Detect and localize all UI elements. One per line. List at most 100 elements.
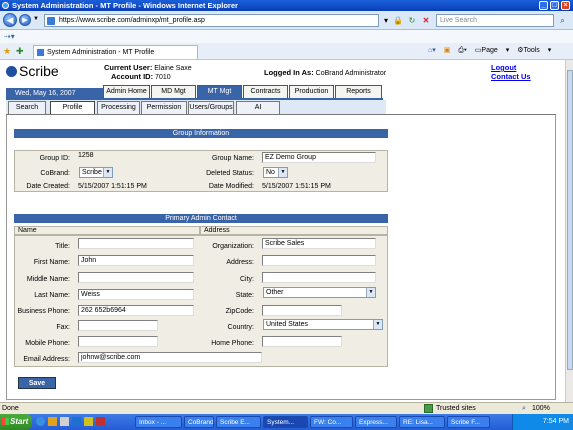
search-icon[interactable]: ⌕ [556,14,569,27]
scrollbar-thumb[interactable] [567,70,573,370]
mobile-phone-field[interactable] [78,336,158,347]
taskbar-item-express[interactable]: Express... [355,416,397,428]
mobile-phone-label: Mobile Phone: [25,340,70,347]
navigation-bar: ◀ ▶ ▼ https://www.scribe.com/adminxp/mt_… [0,11,573,30]
taskbar-item-inbox[interactable]: Inbox - ... [135,416,182,428]
taskbar-item-re-lisa[interactable]: RE: Lisa... [399,416,445,428]
last-name-label: Last Name: [34,292,70,299]
middle-name-field[interactable] [78,272,194,283]
first-name-field[interactable]: John [78,255,194,266]
vertical-scrollbar[interactable] [565,60,573,402]
stop-icon[interactable]: ✕ [420,14,432,27]
admin-contact-heading: Primary Admin Contact [14,214,388,223]
account-id: Account ID: 7010 [104,72,171,81]
group-id-label: Group ID: [39,155,70,162]
main-tab-reports[interactable]: Reports [335,85,382,98]
name-column-header: Name [14,226,200,235]
quick-launch-folder-icon[interactable] [84,417,93,426]
main-tab-admin-home[interactable]: Admin Home [103,85,150,98]
browser-tab[interactable]: System Administration - MT Profile [33,45,198,59]
state-label: State: [235,292,254,299]
live-search-input[interactable]: Live Search [436,14,554,27]
main-tab-contracts[interactable]: Contracts [243,85,288,98]
account-id-label: Account ID: [111,72,154,81]
organization-field[interactable]: Scribe Sales [262,238,376,249]
page-menu[interactable]: ▭Page ▾ [475,47,509,54]
state-select[interactable]: Other ▼ [263,287,376,298]
zipcode-field[interactable] [262,305,342,316]
deleted-status-select[interactable]: No ▼ [263,167,288,178]
fax-label: Fax: [56,324,70,331]
status-bar: Done Trusted sites ⌕ 100% [0,402,573,414]
email-field[interactable]: johnw@scribe.com [78,352,262,363]
country-select[interactable]: United States ▼ [263,319,383,330]
quick-launch-app-icon[interactable] [72,417,81,426]
add-favorite-icon[interactable]: ✚ [16,46,24,57]
command-bar: ⌂▾ ▣ ⎙▾ ▭Page ▾ ⚙Tools ▾ [428,46,557,55]
logged-in-as: Logged In As: CoBrand Administrator [264,68,386,77]
chevron-down-icon: ▼ [103,168,112,177]
email-label: Email Address: [23,356,70,363]
cobrand-select[interactable]: Scribe ▼ [79,167,113,178]
sub-tab-ai[interactable]: AI [236,101,280,114]
recent-pages-icon[interactable]: ▼ [33,16,39,22]
quick-launch-outlook-icon[interactable] [48,417,57,426]
sub-tab-permission[interactable]: Permission [141,101,187,114]
address-field[interactable] [262,255,376,266]
taskbar-item-fw-co[interactable]: FW: Co... [310,416,353,428]
main-tab-mt-mgt[interactable]: MT Mgt [197,85,242,98]
sub-tab-search[interactable]: Search [8,101,46,114]
home-icon[interactable]: ⌂▾ [428,47,436,54]
main-tab-md-mgt[interactable]: MD Mgt [151,85,196,98]
sub-tab-users-groups[interactable]: Users/Groups [188,101,234,114]
taskbar-item-system[interactable]: System... [263,416,308,428]
logout-link[interactable]: Logout [491,63,516,72]
logged-in-label: Logged In As: [264,68,314,77]
maximize-button[interactable]: □ [550,1,559,10]
group-id-value: 1258 [78,152,94,159]
zoom-level[interactable]: 100% [532,403,550,414]
tools-menu[interactable]: ⚙Tools ▾ [517,47,551,54]
links-icon[interactable]: ⇢▾ [4,32,15,41]
sub-tab-profile[interactable]: Profile [50,101,95,114]
save-button[interactable]: Save [18,377,56,389]
contact-us-link[interactable]: Contact Us [491,72,531,81]
home-phone-label: Home Phone: [211,340,254,347]
trusted-sites-icon [424,404,433,413]
lock-icon[interactable]: 🔒 [392,14,404,27]
sub-tab-processing[interactable]: Processing [97,101,140,114]
address-bar[interactable]: https://www.scribe.com/adminxp/mt_profil… [44,14,379,27]
quick-launch-desktop-icon[interactable] [60,417,69,426]
start-button[interactable]: Start [0,414,32,430]
taskbar-item-cobrand[interactable]: CoBrand [184,416,214,428]
logged-in-value: CoBrand Administrator [315,70,387,77]
print-icon[interactable]: ⎙▾ [458,47,467,54]
feeds-icon[interactable]: ▣ [444,47,451,54]
minimize-button[interactable]: _ [539,1,548,10]
city-field[interactable] [262,272,376,283]
fax-field[interactable] [78,320,158,331]
browser-tab-title: System Administration - MT Profile [47,49,155,56]
last-name-field[interactable]: Weiss [78,289,194,300]
quick-launch-ie-icon[interactable] [36,417,45,426]
home-phone-field[interactable] [262,336,342,347]
forward-icon[interactable]: ▶ [19,14,31,26]
quick-launch-media-icon[interactable] [96,417,105,426]
zipcode-label: ZipCode: [225,308,254,315]
country-value: United States [266,321,309,328]
title-field[interactable] [78,238,194,249]
favorites-star-icon[interactable]: ★ [3,46,11,57]
address-column-header: Address [200,226,388,235]
business-phone-field[interactable]: 262 652b6964 [78,305,194,316]
address-dropdown-icon[interactable]: ▾ [380,14,392,27]
zoom-icon[interactable]: ⌕ [522,403,526,414]
back-icon[interactable]: ◀ [3,13,17,27]
taskbar-item-scribe-f[interactable]: Scribe F... [447,416,490,428]
date-modified-value: 5/15/2007 1:51:15 PM [262,183,331,190]
taskbar-item-scribe-e[interactable]: Scribe E... [216,416,261,428]
close-window-button[interactable]: × [561,1,570,10]
middle-name-label: Middle Name: [26,276,70,283]
main-tab-production[interactable]: Production [289,85,334,98]
group-name-field[interactable]: EZ Demo Group [262,152,376,163]
refresh-icon[interactable]: ↻ [406,14,418,27]
